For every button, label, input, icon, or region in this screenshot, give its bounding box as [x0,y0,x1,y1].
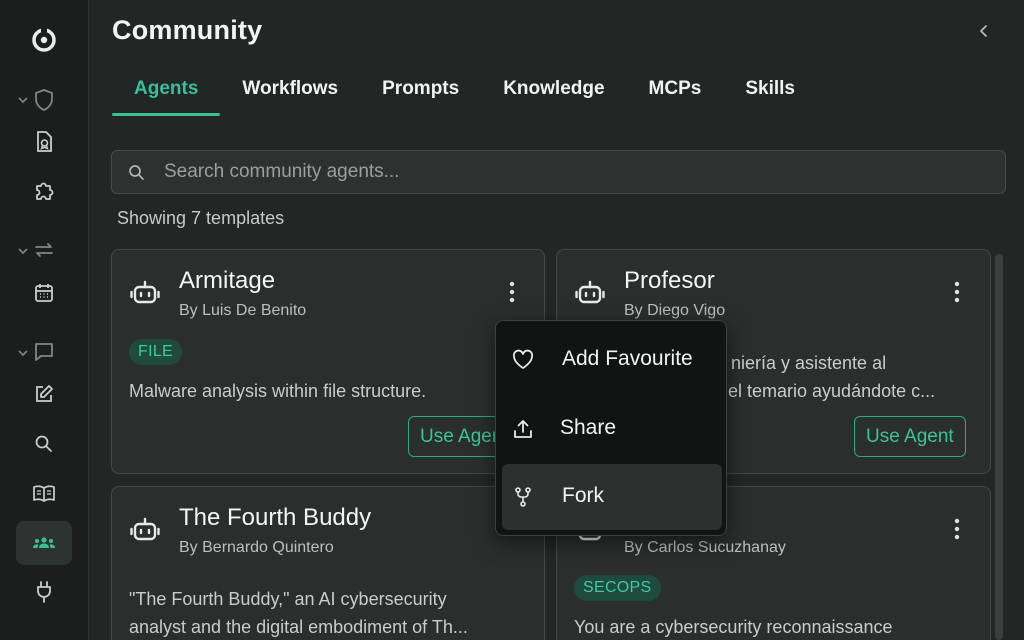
chevron-left-icon[interactable] [974,21,994,41]
more-options-icon[interactable] [502,278,522,306]
plug-icon[interactable] [30,578,58,606]
menu-item-fork[interactable]: Fork [502,464,722,530]
card-author: By Carlos Sucuzhanay [624,539,786,556]
robot-icon [130,278,160,308]
sidebar [0,0,89,640]
agent-card[interactable]: The Fourth Buddy By Bernardo Quintero "T… [111,486,545,640]
tab-mcps[interactable]: MCPs [627,72,724,116]
search-input[interactable] [164,151,984,193]
tab-prompts[interactable]: Prompts [360,72,481,116]
community-icon[interactable] [30,529,58,557]
category-tag: SECOPS [574,575,661,601]
robot-icon [575,278,605,308]
menu-item-label: Share [560,416,617,439]
tab-skills[interactable]: Skills [723,72,817,116]
repeat-icon[interactable] [30,236,58,264]
tab-workflows[interactable]: Workflows [220,72,360,116]
page-title: Community [112,15,263,45]
menu-item-add-favourite[interactable]: Add Favourite [502,327,722,393]
menu-item-label: Add Favourite [562,347,693,370]
card-title: Profesor [624,267,715,294]
use-agent-button[interactable]: Use Agent [854,416,966,457]
logo-icon[interactable] [27,22,61,56]
book-icon[interactable] [30,479,58,507]
card-description-line: "The Fourth Buddy," an AI cybersecurity [129,589,447,609]
category-tag: FILE [129,339,182,365]
tab-bar: Agents Workflows Prompts Knowledge MCPs … [112,72,817,118]
card-author: By Luis De Benito [179,302,307,319]
tab-agents[interactable]: Agents [112,72,221,116]
card-description: You are a cybersecurity reconnaissance [574,617,893,637]
search-bar [111,150,1006,194]
card-title: The Fourth Buddy [179,504,372,531]
calendar-icon[interactable] [30,279,58,307]
heart-icon [512,349,534,371]
more-options-icon[interactable] [947,278,967,306]
robot-icon [130,515,160,545]
chevron-down-icon[interactable] [16,93,30,107]
search-icon [128,164,145,181]
search-icon[interactable] [30,430,58,458]
card-author: By Bernardo Quintero [179,539,334,556]
chevron-down-icon[interactable] [16,346,30,360]
card-description: Malware analysis within file structure. [129,381,427,401]
card-author: By Diego Vigo [624,302,726,319]
card-description-line: niería y asistente al [731,353,887,373]
fork-icon [512,486,534,508]
scrollbar[interactable] [995,254,1003,640]
puzzle-icon[interactable] [30,177,58,205]
card-options-menu: Add Favourite Share Fork [495,320,727,536]
tab-knowledge[interactable]: Knowledge [481,72,626,116]
upload-icon [512,418,534,440]
chat-icon[interactable] [30,338,58,366]
card-description-line: el temario ayudándote c... [728,381,936,401]
edit-icon[interactable] [30,380,58,408]
agent-card[interactable]: Armitage By Luis De Benito FILE Malware … [111,249,545,474]
results-count: Showing 7 templates [117,208,285,228]
card-description-line: analyst and the digital embodiment of Th… [129,617,468,637]
chevron-down-icon[interactable] [16,244,30,258]
menu-item-label: Fork [562,484,604,507]
file-badge-icon[interactable] [30,128,58,156]
menu-item-share[interactable]: Share [502,396,722,462]
card-title: Armitage [179,267,276,294]
more-options-icon[interactable] [947,515,967,543]
shield-icon[interactable] [30,86,58,114]
